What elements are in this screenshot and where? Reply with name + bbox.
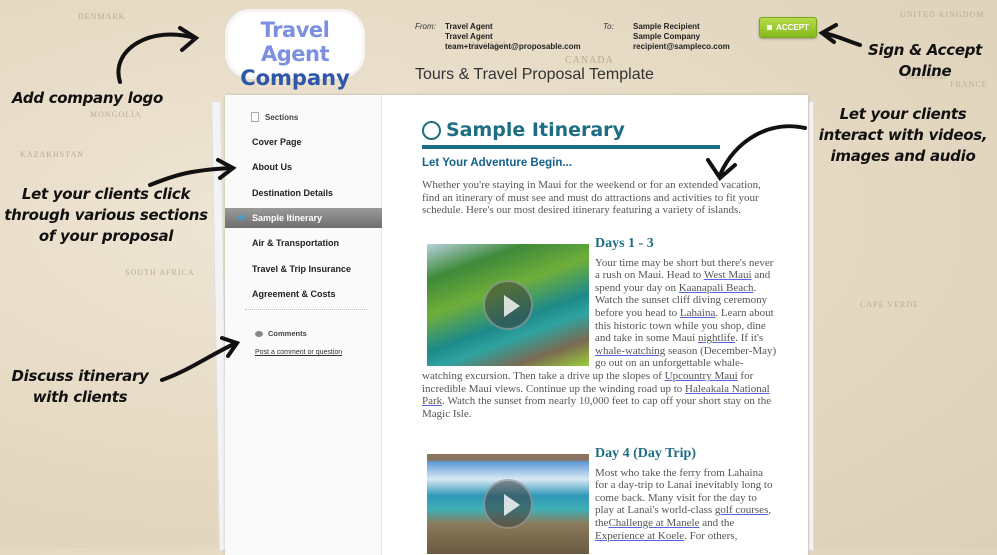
sidebar-item-air-transportation[interactable]: Air & Transportation bbox=[225, 233, 382, 253]
arrow-to-accept bbox=[821, 31, 862, 47]
arrow-to-logo bbox=[116, 32, 197, 84]
main-content: Sample Itinerary Let Your Adventure Begi… bbox=[382, 95, 808, 555]
comments-header: Comments bbox=[255, 329, 307, 338]
body-text: . If it's bbox=[735, 332, 764, 345]
from-name: Travel Agent bbox=[445, 22, 493, 31]
inline-link[interactable]: Upcountry Maui bbox=[665, 370, 738, 382]
itinerary-day-4: Day 4 (Day Trip) Most who take the ferry… bbox=[422, 447, 777, 555]
to-email: recipient@sampleco.com bbox=[633, 42, 730, 51]
post-comment-link[interactable]: Post a comment or question bbox=[255, 349, 342, 356]
play-icon[interactable] bbox=[483, 280, 533, 330]
play-icon[interactable] bbox=[483, 479, 533, 529]
sidebar-item-agreement-costs[interactable]: Agreement & Costs bbox=[225, 284, 382, 304]
annotation-logo: Add company logo bbox=[12, 89, 163, 107]
sections-header: Sections bbox=[251, 112, 298, 122]
heading-rule bbox=[422, 145, 720, 149]
sidebar-item-sample-itinerary[interactable]: ➜ Sample Itinerary bbox=[225, 207, 382, 228]
page-stack-edge bbox=[808, 101, 814, 551]
divider bbox=[245, 309, 367, 310]
accept-button[interactable]: ACCEPT bbox=[759, 17, 817, 38]
itinerary-days-1-3: Days 1 - 3 Your time may be short but th… bbox=[422, 237, 777, 420]
arrow-right-icon: ➜ bbox=[236, 211, 246, 224]
body-text: . For others, bbox=[684, 529, 738, 542]
inline-link[interactable]: West Maui bbox=[704, 269, 752, 281]
video-thumbnail-waterfall[interactable] bbox=[427, 244, 589, 366]
document-icon bbox=[251, 112, 259, 122]
proposal-document: Sections Cover Page About Us Destination D… bbox=[225, 95, 808, 555]
intro-paragraph: Whether you're staying in Maui for the w… bbox=[422, 179, 761, 217]
palm-tree-icon bbox=[422, 120, 441, 140]
body-text: and the bbox=[699, 516, 735, 529]
section-heading: Sample Itinerary bbox=[422, 119, 625, 141]
inline-link[interactable]: Lahaina bbox=[680, 307, 715, 319]
from-email: team+travelagent@proposable.com bbox=[445, 42, 581, 51]
proposal-title: Tours & Travel Proposal Template bbox=[415, 66, 654, 83]
inline-link[interactable]: whale-watching bbox=[595, 345, 665, 357]
company-logo: Travel Agent Company bbox=[228, 12, 362, 90]
sidebar-item-destination-details[interactable]: Destination Details bbox=[225, 183, 382, 203]
sidebar: Sections Cover Page About Us Destination D… bbox=[225, 95, 382, 555]
inline-link[interactable]: Kaanapali Beach bbox=[679, 282, 754, 294]
video-thumbnail-lanai[interactable] bbox=[427, 454, 589, 554]
sidebar-item-cover-page[interactable]: Cover Page bbox=[225, 132, 382, 152]
comment-bubble-icon bbox=[255, 330, 263, 337]
subheading: Let Your Adventure Begin... bbox=[422, 157, 572, 169]
inline-link[interactable]: Challenge at Manele bbox=[608, 517, 699, 529]
checkbox-icon bbox=[767, 25, 773, 30]
annotation-sections: Let your clients click through various s… bbox=[4, 185, 208, 245]
annotation-comments: Discuss itinerary with clients bbox=[11, 367, 149, 406]
to-company: Sample Company bbox=[633, 32, 701, 41]
to-name: Sample Recipient bbox=[633, 22, 700, 31]
annotation-media: Let your clients interact with videos, i… bbox=[818, 105, 988, 165]
sidebar-item-travel-trip-insurance[interactable]: Travel & Trip Insurance bbox=[225, 259, 382, 279]
inline-link[interactable]: nightlife bbox=[698, 332, 735, 344]
inline-link[interactable]: Experience at Koele bbox=[595, 530, 684, 542]
inline-link[interactable]: golf courses bbox=[715, 504, 768, 516]
sidebar-item-about-us[interactable]: About Us bbox=[225, 157, 382, 177]
from-company: Travel Agent bbox=[445, 32, 493, 41]
annotation-accept: Sign & Accept Online bbox=[868, 41, 982, 80]
body-text: . Watch the sunset from nearly 10,000 fe… bbox=[422, 395, 772, 420]
